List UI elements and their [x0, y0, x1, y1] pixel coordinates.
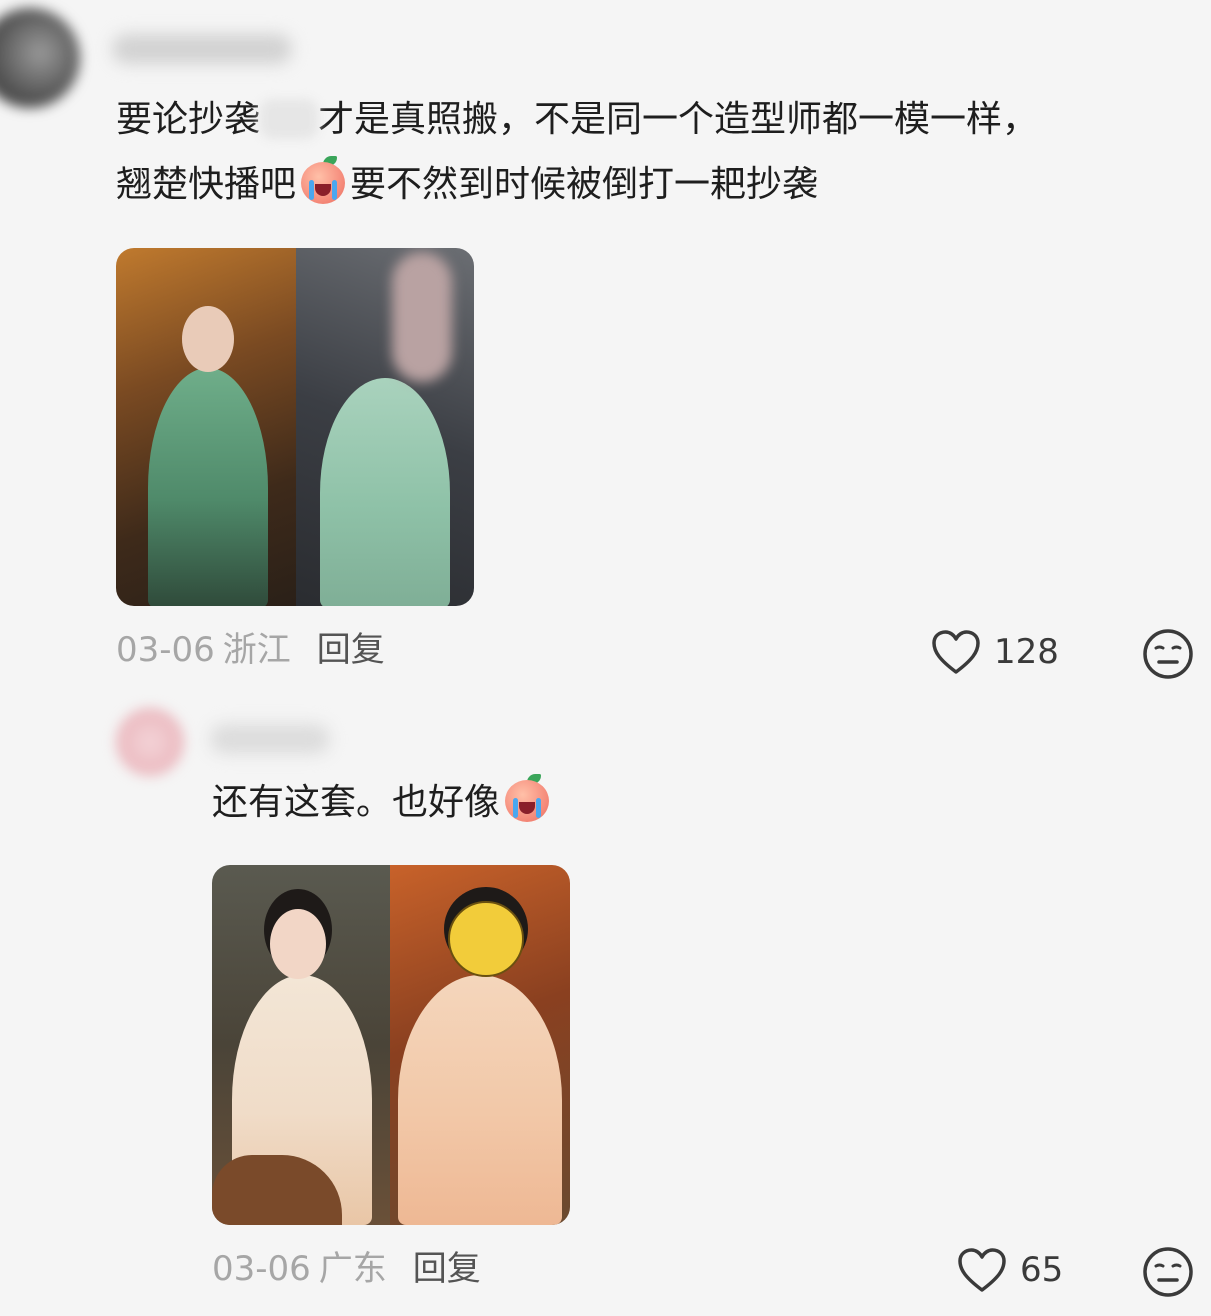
comment-meta: 03-06 广东 回复: [212, 1249, 481, 1289]
neutral-face-icon[interactable]: [1142, 628, 1194, 680]
costume-photo-right: [390, 865, 570, 1225]
reply-button[interactable]: 回复: [413, 1249, 481, 1289]
costume-photo-left: [212, 865, 390, 1225]
costume-figure: [148, 368, 268, 606]
comment-text: 还有这套。也好像: [212, 771, 554, 835]
like-count: 65: [1020, 1250, 1064, 1290]
username[interactable]: [210, 724, 330, 754]
avatar[interactable]: [116, 708, 184, 776]
comment-image[interactable]: [212, 865, 570, 1225]
comment-text-part: 还有这套。也好像: [212, 782, 501, 823]
like-count: 128: [994, 632, 1059, 672]
comment-region: 浙江: [222, 630, 291, 670]
crying-peach-icon: [501, 774, 553, 824]
costume-figure: [398, 975, 562, 1225]
reply-button[interactable]: 回复: [317, 630, 385, 670]
costume-figure: [320, 378, 450, 606]
comment-text-part: 翘楚快播吧: [116, 164, 297, 205]
like-button[interactable]: 65: [956, 1246, 1063, 1294]
heart-outline-icon: [932, 630, 980, 674]
comment-text-part: 要不然到时候被倒打一耙抄袭: [350, 164, 819, 205]
username[interactable]: [112, 34, 292, 64]
figure-head: [270, 909, 326, 979]
comment-region: 广东: [318, 1249, 387, 1289]
heart-outline-icon: [958, 1248, 1006, 1292]
comment-text: 翘楚快播吧 要不然到时候被倒打一耙抄袭: [116, 153, 818, 217]
costume-photo-right: [296, 248, 474, 606]
blurred-face: [392, 252, 452, 382]
avatar[interactable]: [0, 8, 80, 108]
comment-meta: 03-06 浙江 回复: [116, 630, 385, 670]
redacted-name: [260, 99, 319, 139]
comment-item: 要论抄袭 才是真照搬，不是同一个造型师都一模一样， 翘楚快播吧 要不然到时候被倒打一…: [0, 0, 1211, 700]
comment-image[interactable]: [116, 248, 474, 606]
comment-text-part: 要论抄袭: [116, 99, 261, 140]
comment-date: 03-06: [212, 1249, 311, 1289]
smiley-face-sticker: [448, 901, 524, 977]
comment-text: 要论抄袭 才是真照搬，不是同一个造型师都一模一样，: [116, 88, 1038, 152]
crying-peach-icon: [297, 156, 349, 206]
costume-photo-left: [116, 248, 296, 606]
like-button[interactable]: 128: [930, 628, 1059, 676]
comment-text-part: 才是真照搬，不是同一个造型师都一模一样，: [318, 99, 1039, 140]
comment-date: 03-06: [116, 630, 215, 670]
figure-head: [182, 306, 234, 372]
neutral-face-icon[interactable]: [1142, 1246, 1194, 1298]
reply-item: 还有这套。也好像 03-06 广东 回复 65: [0, 700, 1211, 1316]
